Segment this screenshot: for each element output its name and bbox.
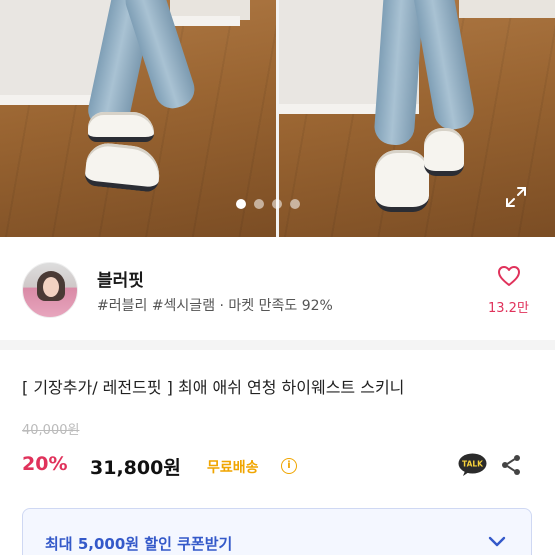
seller-tags: #러블리 #섹시글램 · 마켓 만족도 92% <box>97 298 333 314</box>
share-icon[interactable] <box>499 453 523 477</box>
carousel-dot[interactable] <box>272 199 282 209</box>
info-icon[interactable]: i <box>281 458 297 474</box>
seller-avatar[interactable] <box>22 262 78 318</box>
carousel-indicator <box>236 199 300 209</box>
seller-name[interactable]: 블러핏 <box>97 266 144 291</box>
like-count: 13.2만 <box>488 301 529 316</box>
shipping-badge: 무료배송 <box>207 460 259 476</box>
coupon-label: 최대 5,000원 할인 쿠폰받기 <box>45 535 233 553</box>
product-image-gallery[interactable] <box>0 0 555 237</box>
expand-icon[interactable] <box>505 186 527 208</box>
chevron-down-icon <box>488 536 506 547</box>
coupon-button[interactable]: 최대 5,000원 할인 쿠폰받기 <box>22 508 532 555</box>
talk-icon[interactable]: TALK <box>458 453 487 477</box>
product-title: [ 기장추가/ 레전드핏 ] 최애 애쉬 연청 하이웨스트 스키니 <box>22 378 405 397</box>
product-photo-1 <box>0 0 276 237</box>
section-divider <box>0 340 555 350</box>
sale-price: 31,800원 <box>90 457 181 479</box>
carousel-dot[interactable] <box>236 199 246 209</box>
talk-label: TALK <box>462 460 484 469</box>
carousel-dot[interactable] <box>290 199 300 209</box>
heart-icon[interactable] <box>497 265 521 287</box>
carousel-dot[interactable] <box>254 199 264 209</box>
original-price: 40,000원 <box>22 423 80 438</box>
discount-rate: 20% <box>22 453 68 475</box>
